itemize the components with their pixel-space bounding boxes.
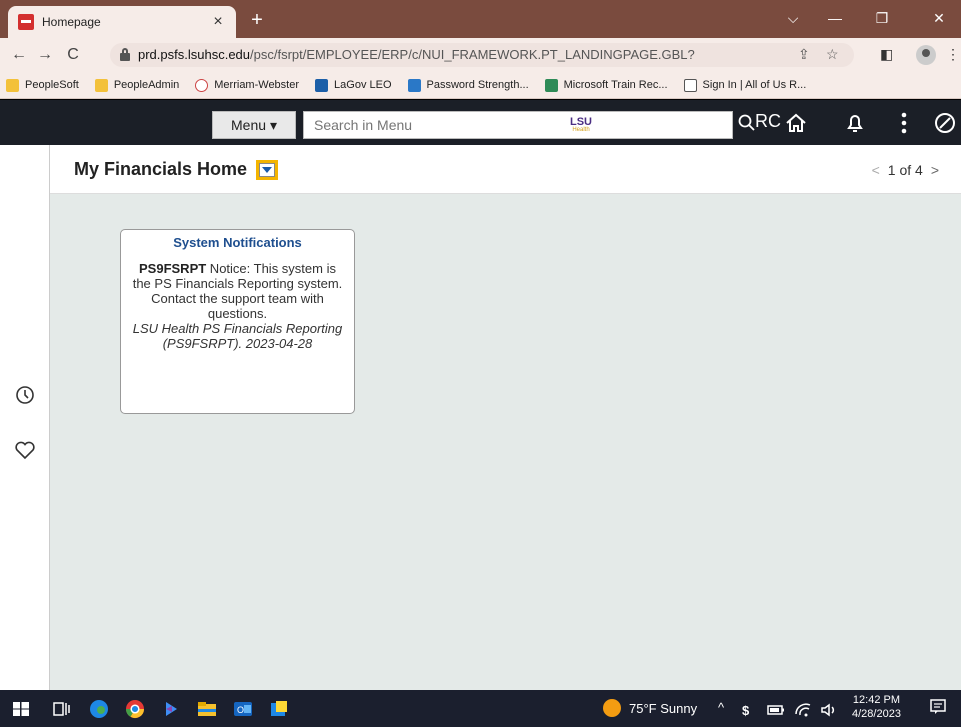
wifi-icon[interactable] — [792, 699, 814, 721]
lsu-health-logo: LSU Health — [570, 116, 592, 134]
menu-search-box[interactable]: LSU Health — [303, 111, 733, 139]
share-icon[interactable]: ⇪ — [798, 46, 810, 63]
chevron-down-icon — [262, 167, 272, 173]
tray-app-icon[interactable]: $ — [738, 699, 760, 721]
clock-time: 12:42 PM — [852, 694, 901, 706]
peoplesoft-header: Menu ▾ LSU Health RC — [0, 100, 961, 145]
bookmark-all-of-us[interactable]: Sign In | All of Us R... — [683, 78, 806, 92]
bookmarks-bar: PeopleSoft PeopleAdmin Merriam-Webster L… — [0, 72, 961, 99]
favorites-heart-icon[interactable] — [13, 438, 37, 462]
weather-text: 75°F Sunny — [629, 700, 698, 716]
forward-button[interactable]: → — [34, 44, 56, 66]
tab-search-button[interactable]: ⌵ — [773, 6, 813, 30]
bookmark-peoplesoft[interactable]: PeopleSoft — [6, 78, 79, 92]
bookmark-merriam-webster[interactable]: Merriam-Webster — [195, 78, 299, 92]
windows-start-icon[interactable] — [10, 698, 32, 720]
search-icon[interactable] — [737, 113, 757, 133]
peoplesoft-favicon-icon — [18, 14, 34, 30]
windows-taskbar: O 75°F Sunny ^ $ 12:42 PM 4/28/2023 — [0, 690, 961, 727]
back-button[interactable]: ← — [8, 44, 30, 66]
homepage-pager: < 1 of 4 > — [864, 162, 947, 178]
navbar-compass-icon[interactable] — [932, 110, 958, 136]
bookmark-lagov-leo[interactable]: LaGov LEO — [315, 78, 392, 92]
homepage-canvas: System Notifications PS9FSRPT Notice: Th… — [50, 194, 961, 690]
actions-menu-icon[interactable] — [891, 110, 917, 136]
browser-menu-icon[interactable]: ⋮ — [946, 46, 960, 63]
pager-text: 1 of 4 — [887, 162, 923, 178]
homepage-selector-button[interactable] — [256, 160, 278, 180]
omnibox[interactable]: prd.psfs.lsuhsc.edu/psc/fsrpt/EMPLOYEE/E… — [110, 43, 854, 67]
restore-button[interactable]: ❐ — [862, 6, 902, 30]
bookmark-star-icon[interactable]: ☆ — [826, 46, 839, 63]
folder-icon — [94, 78, 108, 92]
sap-icon — [315, 78, 329, 92]
tab-close-icon[interactable]: × — [210, 13, 226, 31]
battery-icon[interactable] — [765, 699, 787, 721]
sticky-app-icon[interactable] — [268, 698, 290, 720]
ms-icon — [544, 78, 558, 92]
system-notifications-tile[interactable]: System Notifications PS9FSRPT Notice: Th… — [120, 229, 355, 414]
close-window-button[interactable]: ✕ — [919, 6, 959, 30]
browser-tabstrip: Homepage × + ⌵ — ❐ ✕ — [0, 0, 961, 38]
system-footer-text: LSU Health PS Financials Reporting (PS9F… — [132, 321, 343, 351]
folder-icon — [6, 78, 19, 92]
header-label: RC — [755, 111, 781, 131]
svg-text:O: O — [237, 705, 244, 715]
system-code: PS9FSRPT — [139, 261, 207, 276]
file-explorer-icon[interactable] — [196, 698, 218, 720]
lock-icon[interactable] — [120, 48, 130, 61]
mw-icon — [195, 78, 209, 92]
allofus-icon — [683, 78, 697, 92]
page-title-bar: My Financials Home < 1 of 4 > — [50, 145, 961, 194]
menu-label: Menu — [231, 117, 267, 133]
volume-icon[interactable] — [818, 699, 840, 721]
notification-center-icon[interactable] — [930, 699, 946, 715]
system-clock[interactable]: 12:42 PM 4/28/2023 — [852, 693, 901, 721]
minimize-button[interactable]: — — [815, 6, 855, 30]
bookmark-password-strength[interactable]: Password Strength... — [407, 78, 529, 92]
tab-title: Homepage — [42, 15, 101, 29]
menu-search-input[interactable] — [304, 112, 534, 138]
next-page-icon[interactable]: > — [931, 162, 939, 178]
clock-date: 4/28/2023 — [852, 708, 901, 720]
new-tab-button[interactable]: + — [244, 8, 270, 34]
side-panel-icon[interactable]: ◧ — [880, 46, 893, 63]
recent-history-icon[interactable] — [13, 383, 37, 407]
page-title: My Financials Home — [74, 159, 248, 179]
tray-overflow-icon[interactable]: ^ — [718, 700, 724, 715]
chevron-down-icon: ▾ — [269, 116, 277, 133]
tile-content: PS9FSRPT Notice: This system is the PS F… — [129, 261, 346, 351]
copilot-icon[interactable] — [160, 698, 182, 720]
browser-tab[interactable]: Homepage × — [8, 6, 236, 38]
previous-page-icon[interactable]: < — [872, 162, 880, 178]
sun-icon — [603, 699, 621, 717]
home-icon[interactable] — [783, 110, 809, 136]
bookmark-peopleadmin[interactable]: PeopleAdmin — [94, 78, 179, 92]
url-text[interactable]: prd.psfs.lsuhsc.edu/psc/fsrpt/EMPLOYEE/E… — [138, 47, 695, 62]
left-rail — [0, 145, 50, 690]
address-bar-row: ← → C prd.psfs.lsuhsc.edu/psc/fsrpt/EMPL… — [0, 38, 961, 72]
notification-bell-icon[interactable] — [842, 110, 868, 136]
task-view-icon[interactable] — [50, 698, 72, 720]
bookmark-microsoft-train[interactable]: Microsoft Train Rec... — [544, 78, 668, 92]
profile-avatar-icon[interactable] — [916, 45, 936, 65]
weather-widget[interactable]: 75°F Sunny — [603, 699, 697, 717]
reload-button[interactable]: C — [62, 44, 84, 66]
menu-button[interactable]: Menu ▾ — [212, 111, 296, 139]
chrome-icon[interactable] — [124, 698, 146, 720]
pw-icon — [407, 78, 421, 92]
outlook-icon[interactable]: O — [232, 698, 254, 720]
tile-title: System Notifications — [173, 235, 302, 250]
svg-text:$: $ — [742, 703, 750, 718]
edge-browser-icon[interactable] — [88, 698, 110, 720]
